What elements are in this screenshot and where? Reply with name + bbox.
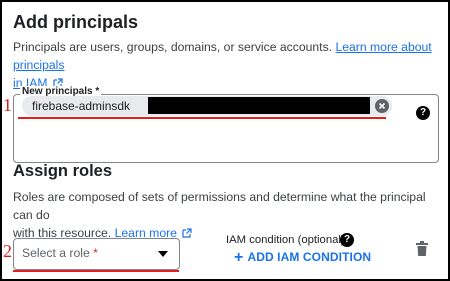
add-principals-description: Principals are users, groups, domains, o…	[13, 38, 438, 92]
role-select-placeholder: Select a role *	[22, 246, 98, 260]
dropdown-caret-icon[interactable]	[158, 251, 168, 257]
trash-icon[interactable]	[416, 241, 428, 256]
principal-chip-text: firebase-adminsdk	[32, 99, 131, 113]
help-icon[interactable]: ?	[416, 106, 430, 120]
help-icon[interactable]: ?	[340, 233, 354, 247]
iam-condition-label: IAM condition (optional)	[226, 234, 345, 246]
roles-description-line1: Roles are composed of sets of permission…	[13, 190, 426, 222]
external-link-icon	[182, 228, 192, 238]
chip-clear-icon[interactable]	[375, 99, 389, 113]
assign-roles-heading: Assign roles	[13, 162, 113, 180]
add-principals-heading: Add principals	[13, 12, 139, 32]
annotation-underline-2	[13, 270, 179, 272]
redaction-bar	[148, 97, 370, 114]
plus-icon: +	[234, 249, 244, 266]
annotation-number-2: 2	[3, 241, 12, 261]
annotation-number-1: 1	[3, 95, 12, 115]
principals-description-text: Principals are users, groups, domains, o…	[13, 40, 333, 54]
add-iam-condition-button[interactable]: + ADD IAM CONDITION	[234, 249, 371, 267]
required-asterisk: *	[93, 246, 98, 260]
annotation-underline-1	[18, 117, 386, 119]
